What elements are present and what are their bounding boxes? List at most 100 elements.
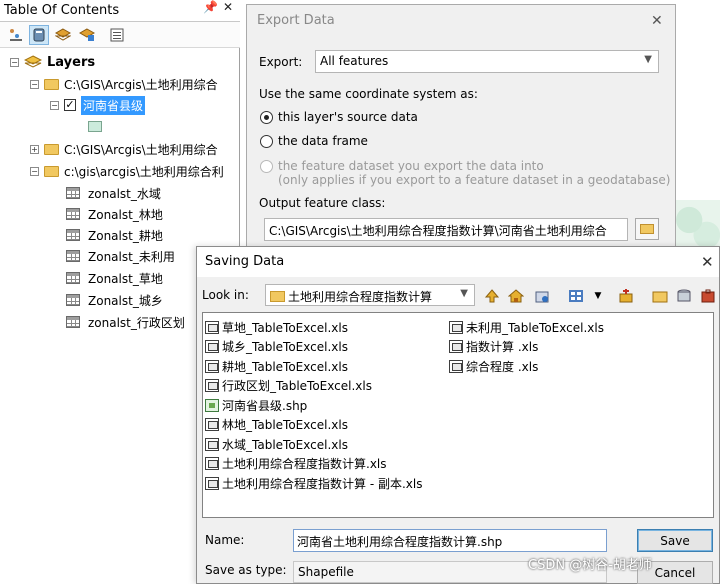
source-data-option-label[interactable]: this layer's source data: [278, 110, 418, 124]
new-database-icon[interactable]: [675, 288, 693, 304]
file-list-item[interactable]: 未利用_TableToExcel.xls: [449, 318, 604, 336]
table-row[interactable]: Zonalst_耕地: [66, 225, 163, 245]
close-icon[interactable]: ✕: [701, 253, 714, 271]
file-list-item[interactable]: 耕地_TableToExcel.xls: [205, 357, 348, 375]
save-button[interactable]: Save: [637, 529, 713, 552]
saving-data-dialog: Saving Data ✕ Look in: 土地利用综合程度指数计算 ▼ ▼ …: [196, 246, 720, 584]
export-select-value: All features: [320, 54, 389, 68]
table-label: Zonalst_城乡: [88, 293, 163, 308]
table-label: Zonalst_耕地: [88, 228, 163, 243]
excel-file-icon: [449, 359, 463, 373]
group-layer-row[interactable]: − C:\GIS\Arcgis\土地利用综合: [30, 74, 218, 94]
close-icon[interactable]: ✕: [651, 13, 663, 29]
table-icon: [66, 229, 80, 241]
table-icon: [66, 250, 80, 262]
folder-icon: [270, 291, 285, 302]
layer-row-selected[interactable]: − ✓ 河南省县级: [50, 95, 146, 115]
excel-file-icon: [205, 359, 219, 373]
list-by-source-icon[interactable]: [29, 25, 49, 45]
close-icon[interactable]: ✕: [223, 0, 233, 14]
shapefile-icon: [205, 398, 219, 412]
file-list-item[interactable]: 综合程度 .xls: [449, 357, 538, 375]
excel-file-icon: [449, 320, 463, 334]
table-label: zonalst_行政区划: [88, 315, 185, 330]
dialog-title: Export Data: [257, 13, 335, 28]
table-row[interactable]: Zonalst_城乡: [66, 290, 163, 310]
file-list-item[interactable]: 指数计算 .xls: [449, 338, 538, 356]
table-label: Zonalst_草地: [88, 271, 163, 286]
group-layer-row[interactable]: − c:\gis\arcgis\土地利用综合利: [30, 161, 224, 181]
file-list-item[interactable]: 土地利用综合程度指数计算 - 副本.xls: [205, 474, 422, 492]
pin-icon[interactable]: 📌: [203, 0, 218, 14]
table-row[interactable]: Zonalst_林地: [66, 204, 163, 224]
layers-label: Layers: [47, 54, 96, 70]
options-icon[interactable]: [107, 25, 127, 45]
output-feature-class-input[interactable]: C:\GIS\Arcgis\土地利用综合程度指数计算\河南省土地利用综合: [264, 218, 628, 241]
file-list-item[interactable]: 行政区划_TableToExcel.xls: [205, 377, 372, 395]
file-list[interactable]: 草地_TableToExcel.xls 城乡_TableToExcel.xls 耕地…: [202, 312, 714, 518]
map-background: [676, 200, 720, 250]
toc-title: Table Of Contents: [4, 3, 120, 18]
data-frame-option-label[interactable]: the data frame: [278, 134, 368, 148]
view-options-icon[interactable]: [567, 288, 585, 304]
excel-file-icon: [205, 379, 219, 392]
expand-icon[interactable]: +: [30, 144, 39, 154]
file-name: 城乡_TableToExcel.xls: [222, 340, 348, 354]
table-row[interactable]: zonalst_水域: [66, 183, 161, 203]
table-label: Zonalst_林地: [88, 207, 163, 222]
file-list-item[interactable]: 林地_TableToExcel.xls: [205, 416, 348, 434]
up-one-level-icon[interactable]: [483, 288, 501, 304]
file-name: 河南省县级.shp: [222, 398, 308, 413]
file-name: 未利用_TableToExcel.xls: [466, 320, 604, 335]
list-by-visibility-icon[interactable]: [53, 25, 73, 45]
browse-folder-button[interactable]: [635, 218, 659, 240]
file-name: 耕地_TableToExcel.xls: [222, 359, 348, 374]
catalog-options-icon[interactable]: [617, 288, 635, 304]
feature-dataset-radio[interactable]: [260, 160, 273, 173]
name-label: Name:: [205, 533, 245, 547]
home-icon[interactable]: [507, 288, 525, 304]
file-name: 水域_TableToExcel.xls: [222, 437, 348, 452]
output-feature-class-label: Output feature class:: [259, 196, 386, 210]
file-name-input[interactable]: 河南省土地利用综合程度指数计算.shp: [293, 529, 607, 552]
layer-label[interactable]: 河南省县级: [81, 95, 146, 115]
connect-folder-icon[interactable]: [533, 288, 551, 304]
table-row[interactable]: Zonalst_未利用: [66, 246, 175, 266]
table-label: Zonalst_未利用: [88, 249, 175, 264]
file-list-item[interactable]: 土地利用综合程度指数计算.xls: [205, 455, 387, 473]
visibility-checkbox[interactable]: ✓: [64, 99, 76, 111]
excel-file-icon: [205, 437, 219, 451]
layers-icon: [24, 55, 42, 68]
collapse-icon[interactable]: −: [30, 79, 39, 89]
legend-symbol-swatch[interactable]: [88, 121, 102, 132]
layers-root[interactable]: − Layers: [10, 52, 95, 72]
toc-toolbar: [0, 22, 240, 48]
source-data-radio[interactable]: [260, 111, 273, 124]
file-name: 土地利用综合程度指数计算 - 副本.xls: [222, 476, 423, 491]
folder-icon: [44, 143, 59, 155]
file-list-item[interactable]: 草地_TableToExcel.xls: [205, 318, 348, 336]
file-list-item[interactable]: 河南省县级.shp: [205, 396, 307, 414]
file-name: 林地_TableToExcel.xls: [222, 418, 348, 432]
table-row[interactable]: Zonalst_草地: [66, 268, 163, 288]
export-select[interactable]: All features ▼: [315, 50, 659, 73]
file-name: 草地_TableToExcel.xls: [222, 320, 348, 335]
group-layer-label: C:\GIS\Arcgis\土地利用综合: [64, 142, 218, 157]
table-icon: [66, 187, 80, 199]
collapse-icon[interactable]: −: [30, 166, 39, 176]
look-in-select[interactable]: 土地利用综合程度指数计算 ▼: [265, 284, 475, 306]
table-row[interactable]: zonalst_行政区划: [66, 312, 185, 332]
file-list-item[interactable]: 城乡_TableToExcel.xls: [205, 338, 348, 356]
file-name: 综合程度 .xls: [466, 359, 539, 374]
new-toolbox-icon[interactable]: [699, 288, 717, 304]
data-frame-radio[interactable]: [260, 135, 273, 148]
chevron-down-icon[interactable]: ▼: [589, 288, 607, 304]
collapse-icon[interactable]: −: [50, 100, 59, 110]
group-layer-row[interactable]: + C:\GIS\Arcgis\土地利用综合: [30, 139, 218, 159]
file-list-item[interactable]: 水域_TableToExcel.xls: [205, 435, 348, 453]
list-by-drawing-order-icon[interactable]: [6, 25, 26, 45]
new-folder-icon[interactable]: [651, 288, 669, 304]
list-by-selection-icon[interactable]: [77, 25, 97, 45]
collapse-icon[interactable]: −: [10, 57, 19, 67]
save-as-type-label: Save as type:: [205, 563, 287, 577]
